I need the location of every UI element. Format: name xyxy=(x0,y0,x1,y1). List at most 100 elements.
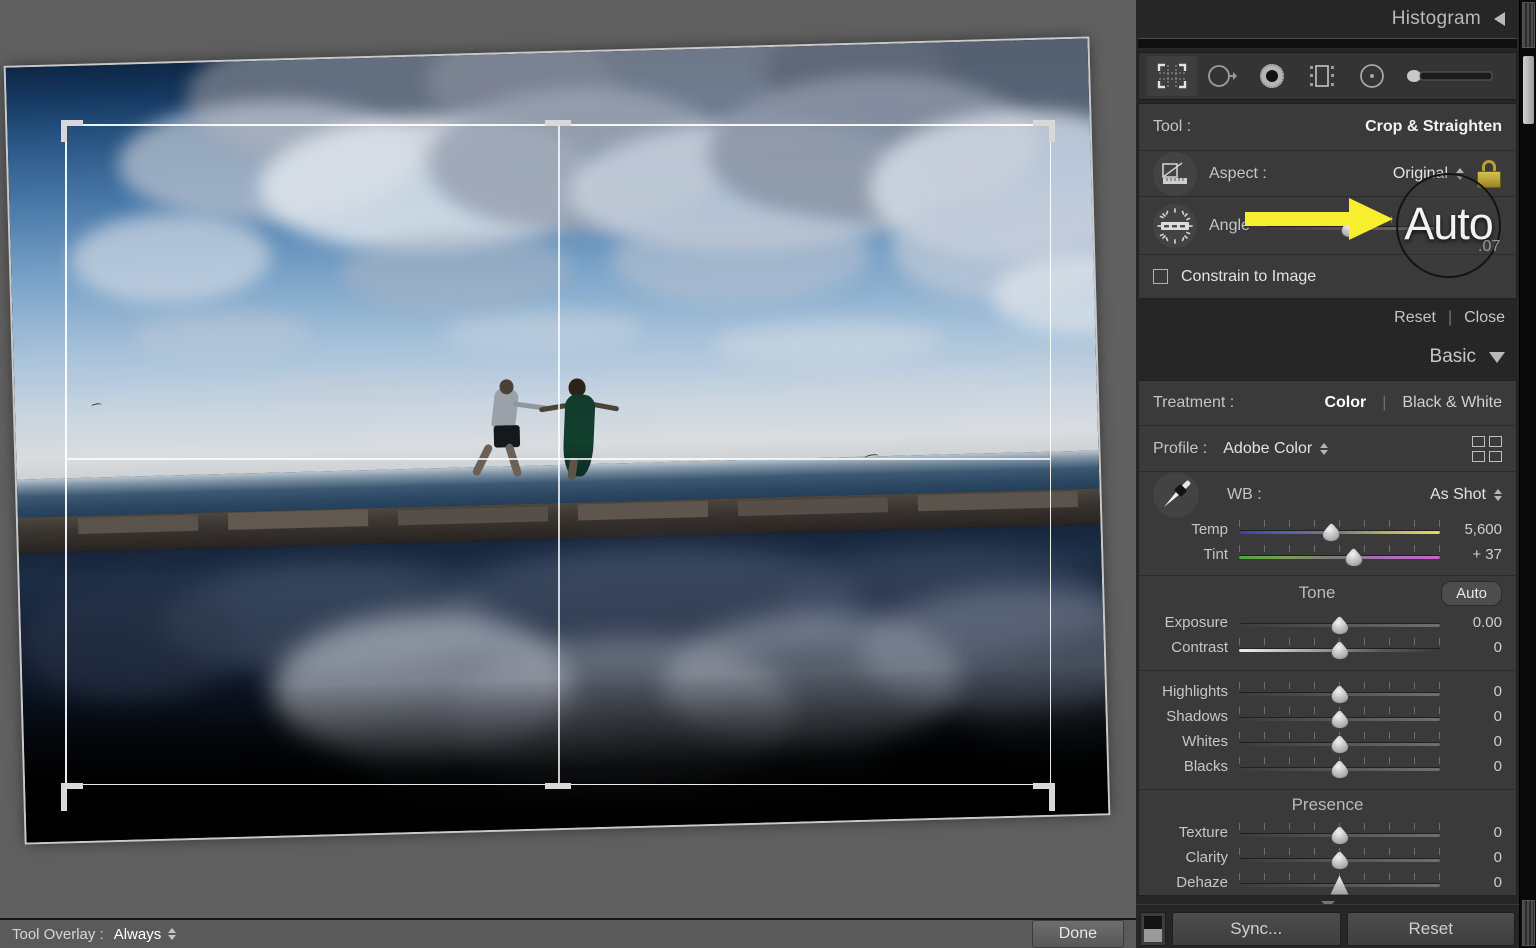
whites-slider-row: Whites 0 xyxy=(1139,729,1516,754)
crop-reset-button[interactable]: Reset xyxy=(1394,309,1436,327)
wb-slider-group: Temp 5,600 Tint xyxy=(1139,517,1516,575)
contrast-slider[interactable] xyxy=(1239,637,1440,659)
texture-slider[interactable] xyxy=(1239,822,1440,844)
triangle-down-icon[interactable] xyxy=(1489,352,1505,363)
clarity-label: Clarity xyxy=(1153,849,1239,866)
graduated-filter-icon xyxy=(1306,62,1338,90)
sync-button[interactable]: Sync... xyxy=(1172,912,1341,946)
exposure-value: 0.00 xyxy=(1440,614,1502,631)
triangle-left-icon[interactable] xyxy=(1494,12,1505,26)
tone-group: Tone Auto Exposure 0.00 Contrast xyxy=(1139,575,1516,895)
treatment-label: Treatment : xyxy=(1153,394,1234,412)
dehaze-slider[interactable] xyxy=(1239,872,1440,894)
temp-value: 5,600 xyxy=(1440,521,1502,538)
tool-overlay-label: Tool Overlay : xyxy=(12,926,104,943)
eyedropper-icon[interactable] xyxy=(1153,472,1199,518)
angle-slider[interactable] xyxy=(1266,215,1434,237)
aspect-label: Aspect : xyxy=(1209,165,1267,183)
aspect-stepper-icon[interactable] xyxy=(1456,168,1464,180)
constrain-to-image-row[interactable]: Constrain to Image xyxy=(1139,254,1516,298)
highlights-slider[interactable] xyxy=(1239,681,1440,703)
shadows-slider[interactable] xyxy=(1239,706,1440,728)
presence-group: Presence Texture 0 Clarit xyxy=(1139,789,1516,895)
shadows-value: 0 xyxy=(1440,708,1502,725)
auto-tone-button[interactable]: Auto xyxy=(1441,581,1502,606)
texture-slider-row: Texture 0 xyxy=(1139,820,1516,845)
reset-button[interactable]: Reset xyxy=(1347,912,1516,946)
histogram-title: Histogram xyxy=(1392,8,1481,30)
wb-label: WB : xyxy=(1227,486,1262,504)
wb-value[interactable]: As Shot xyxy=(1430,486,1486,504)
scrollbar-thumb[interactable] xyxy=(1523,56,1534,124)
exposure-slider-knob[interactable] xyxy=(1331,616,1349,635)
highlights-value: 0 xyxy=(1440,683,1502,700)
whites-value: 0 xyxy=(1440,733,1502,750)
bottom-toolbar: Tool Overlay : Always Done xyxy=(0,918,1136,948)
done-button[interactable]: Done xyxy=(1032,920,1124,948)
clarity-slider-row: Clarity 0 xyxy=(1139,845,1516,870)
treatment-divider: | xyxy=(1382,394,1386,412)
exposure-slider[interactable] xyxy=(1239,612,1440,634)
tool-overlay-value[interactable]: Always xyxy=(114,926,162,943)
crop-panel-actions: Reset | Close xyxy=(1136,299,1519,337)
dehaze-value: 0 xyxy=(1440,874,1502,891)
crop-close-button[interactable]: Close xyxy=(1464,309,1505,327)
auto-sync-switch-icon[interactable] xyxy=(1140,912,1166,946)
profile-row: Profile : Adobe Color xyxy=(1139,425,1516,471)
right-panel: Histogram xyxy=(1136,0,1536,948)
aspect-ratio-icon[interactable] xyxy=(1153,152,1197,196)
exposure-slider-row: Exposure 0.00 xyxy=(1139,610,1516,635)
panel-footer: Sync... Reset xyxy=(1136,904,1519,948)
tint-value: + 37 xyxy=(1440,546,1502,563)
whites-slider[interactable] xyxy=(1239,731,1440,753)
scrollbar-arrow-down[interactable] xyxy=(1522,900,1535,946)
tone-title: Tone xyxy=(1153,583,1441,603)
red-eye-tool-button[interactable] xyxy=(1247,56,1297,96)
treatment-black-and-white-option[interactable]: Black & White xyxy=(1402,394,1502,412)
aspect-row: Aspect : Original xyxy=(1139,150,1516,196)
treatment-row: Treatment : Color | Black & White xyxy=(1139,381,1516,425)
spot-removal-tool-button[interactable] xyxy=(1197,56,1247,96)
blacks-slider[interactable] xyxy=(1239,756,1440,778)
white-balance-row: WB : As Shot xyxy=(1139,471,1516,517)
aspect-value[interactable]: Original xyxy=(1393,165,1448,183)
straighten-tool-icon[interactable] xyxy=(1153,204,1197,248)
profile-stepper-icon[interactable] xyxy=(1320,443,1328,455)
dehaze-label: Dehaze xyxy=(1153,874,1239,891)
crop-straighten-panel: Tool : Crop & Straighten xyxy=(1138,103,1517,299)
profile-browser-grid-icon[interactable] xyxy=(1472,436,1502,462)
shadows-slider-row: Shadows 0 xyxy=(1139,704,1516,729)
scrollbar-arrow-up[interactable] xyxy=(1522,2,1535,48)
develop-tool-strip xyxy=(1138,52,1517,100)
basic-panel-header[interactable]: Basic xyxy=(1136,337,1519,377)
profile-value[interactable]: Adobe Color xyxy=(1223,440,1312,458)
reflection-region xyxy=(19,524,1108,842)
contrast-slider-row: Contrast 0 xyxy=(1139,635,1516,660)
wb-stepper-icon[interactable] xyxy=(1494,489,1502,501)
whites-label: Whites xyxy=(1153,733,1239,750)
adjustment-brush-tool-button[interactable] xyxy=(1397,56,1505,96)
action-divider: | xyxy=(1448,309,1452,327)
crop-overlay-tool-button[interactable] xyxy=(1147,56,1197,96)
radial-filter-tool-button[interactable] xyxy=(1347,56,1397,96)
histogram-panel-header[interactable]: Histogram xyxy=(1136,0,1519,38)
treatment-color-option[interactable]: Color xyxy=(1324,394,1366,412)
image-canvas-area[interactable] xyxy=(0,0,1136,918)
angle-row: Angle xyxy=(1139,196,1516,254)
tint-slider[interactable] xyxy=(1239,544,1440,566)
exposure-label: Exposure xyxy=(1153,614,1239,631)
texture-value: 0 xyxy=(1440,824,1502,841)
right-panel-scrollbar[interactable] xyxy=(1519,0,1536,948)
constrain-to-image-checkbox[interactable] xyxy=(1153,269,1168,284)
tool-overlay-stepper-icon[interactable] xyxy=(168,928,176,940)
tool-row: Tool : Crop & Straighten xyxy=(1139,104,1516,150)
shadows-label: Shadows xyxy=(1153,708,1239,725)
temp-slider[interactable] xyxy=(1239,519,1440,541)
highlights-slider-row: Highlights 0 xyxy=(1139,679,1516,704)
photo-preview[interactable] xyxy=(6,39,1109,843)
constrain-to-image-label: Constrain to Image xyxy=(1181,268,1316,286)
lock-closed-icon[interactable] xyxy=(1476,160,1502,188)
profile-label: Profile : xyxy=(1153,440,1207,458)
clarity-slider[interactable] xyxy=(1239,847,1440,869)
graduated-filter-tool-button[interactable] xyxy=(1297,56,1347,96)
